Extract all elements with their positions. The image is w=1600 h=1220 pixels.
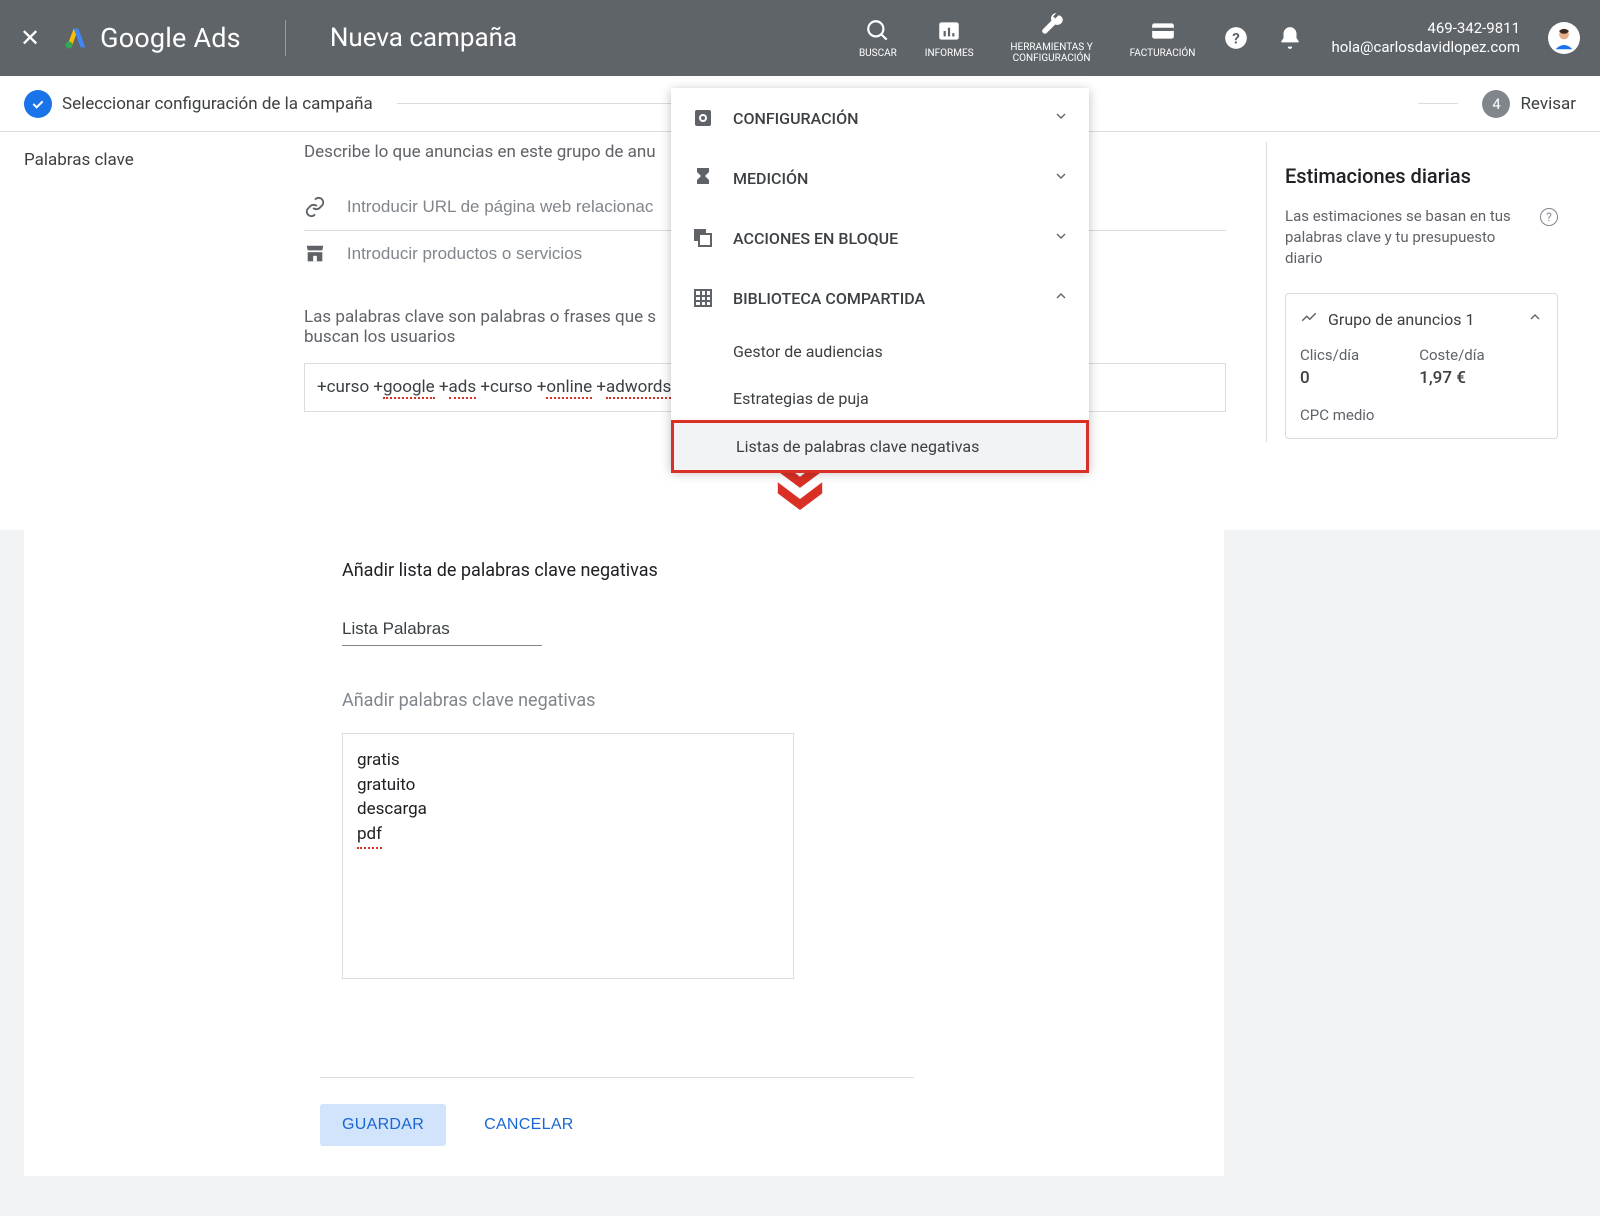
chevron-up-icon bbox=[1053, 288, 1069, 308]
trend-icon bbox=[1300, 308, 1318, 330]
menu-section-configuracion[interactable]: CONFIGURACIÓN bbox=[671, 88, 1089, 148]
search-icon bbox=[865, 18, 891, 44]
step-4[interactable]: 4 Revisar bbox=[1482, 90, 1576, 118]
step-4-label: Revisar bbox=[1520, 94, 1576, 114]
help-button[interactable]: ? bbox=[1223, 25, 1249, 51]
search-tool[interactable]: BUSCAR bbox=[859, 18, 897, 59]
coste-label: Coste/día bbox=[1419, 346, 1484, 364]
reports-icon bbox=[936, 18, 962, 44]
chevron-up-icon[interactable] bbox=[1527, 309, 1543, 329]
tools-config-tool[interactable]: HERRAMIENTAS Y CONFIGURACIÓN bbox=[1002, 12, 1102, 64]
link-icon bbox=[304, 196, 327, 218]
billing-label: FACTURACIÓN bbox=[1130, 48, 1196, 59]
billing-icon bbox=[1150, 18, 1176, 44]
negative-keywords-label: Añadir palabras clave negativas bbox=[342, 690, 914, 711]
menu-section-label: BIBLIOTECA COMPARTIDA bbox=[733, 289, 925, 308]
adgroup-name: Grupo de anuncios 1 bbox=[1328, 310, 1475, 329]
hourglass-icon bbox=[691, 166, 715, 190]
save-button[interactable]: GUARDAR bbox=[320, 1104, 446, 1146]
search-label: BUSCAR bbox=[859, 48, 897, 59]
help-icon[interactable]: ? bbox=[1540, 208, 1558, 226]
account-info[interactable]: 469-342-9811 hola@carlosdavidlopez.com bbox=[1331, 19, 1520, 58]
billing-tool[interactable]: FACTURACIÓN bbox=[1130, 18, 1196, 59]
library-icon bbox=[691, 286, 715, 310]
chevron-down-icon bbox=[1053, 108, 1069, 128]
close-icon[interactable]: ✕ bbox=[20, 24, 40, 52]
google-ads-icon bbox=[62, 24, 90, 52]
negative-keywords-textarea[interactable]: gratis gratuito descarga pdf bbox=[342, 733, 794, 979]
bell-icon bbox=[1277, 25, 1303, 51]
wrench-icon bbox=[1039, 12, 1065, 38]
chevron-down-icon bbox=[1053, 228, 1069, 248]
account-email: hola@carlosdavidlopez.com bbox=[1331, 38, 1520, 58]
check-icon bbox=[24, 90, 52, 118]
list-name-input[interactable] bbox=[342, 613, 542, 646]
gear-icon bbox=[691, 106, 715, 130]
avatar-image bbox=[1550, 24, 1578, 52]
menu-section-biblioteca[interactable]: BIBLIOTECA COMPARTIDA bbox=[671, 268, 1089, 328]
header-divider bbox=[285, 20, 286, 56]
estimates-title: Estimaciones diarias bbox=[1285, 164, 1558, 188]
cancel-button[interactable]: CANCELAR bbox=[470, 1104, 588, 1146]
menu-item-audiencias[interactable]: Gestor de audiencias bbox=[671, 328, 1089, 375]
svg-text:?: ? bbox=[1233, 29, 1241, 47]
clics-value: 0 bbox=[1300, 368, 1359, 388]
help-icon: ? bbox=[1223, 25, 1249, 51]
tools-dropdown-menu: CONFIGURACIÓN MEDICIÓN ACCIONES EN BLOQU… bbox=[671, 88, 1089, 471]
step-4-number: 4 bbox=[1482, 90, 1510, 118]
estimates-subtitle: Las estimaciones se basan en tus palabra… bbox=[1285, 206, 1558, 269]
tools-config-label: HERRAMIENTAS Y CONFIGURACIÓN bbox=[1002, 42, 1102, 64]
chevron-down-icon bbox=[1053, 168, 1069, 188]
coste-value: 1,97 € bbox=[1419, 368, 1484, 388]
estimates-panel: Estimaciones diarias Las estimaciones se… bbox=[1266, 142, 1576, 442]
menu-section-acciones[interactable]: ACCIONES EN BLOQUE bbox=[671, 208, 1089, 268]
step-connector bbox=[397, 103, 674, 104]
adgroup-card: Grupo de anuncios 1 Clics/día 0 Coste/dí… bbox=[1285, 293, 1558, 439]
step-1-label: Seleccionar configuración de la campaña bbox=[62, 94, 373, 114]
menu-item-puja[interactable]: Estrategias de puja bbox=[671, 375, 1089, 422]
negative-list-form: Añadir lista de palabras clave negativas… bbox=[24, 530, 1224, 1176]
menu-section-label: CONFIGURACIÓN bbox=[733, 109, 858, 128]
notifications-button[interactable] bbox=[1277, 25, 1303, 51]
menu-item-negativas[interactable]: Listas de palabras clave negativas bbox=[671, 420, 1089, 473]
product-name: Google Ads bbox=[100, 22, 241, 54]
step-connector bbox=[1418, 103, 1458, 104]
menu-section-medicion[interactable]: MEDICIÓN bbox=[671, 148, 1089, 208]
google-ads-logo: Google Ads bbox=[62, 22, 241, 54]
keywords-heading: Palabras clave bbox=[24, 150, 284, 170]
step-1[interactable]: Seleccionar configuración de la campaña bbox=[24, 90, 373, 118]
account-id: 469-342-9811 bbox=[1331, 19, 1520, 39]
avatar[interactable] bbox=[1548, 22, 1580, 54]
page-title: Nueva campaña bbox=[330, 23, 517, 53]
reports-label: INFORMES bbox=[925, 48, 974, 59]
menu-section-label: MEDICIÓN bbox=[733, 169, 808, 188]
clics-label: Clics/día bbox=[1300, 346, 1359, 364]
menu-section-label: ACCIONES EN BLOQUE bbox=[733, 229, 898, 248]
bulk-actions-icon bbox=[691, 226, 715, 250]
cpc-label: CPC medio bbox=[1300, 406, 1543, 424]
store-icon bbox=[304, 243, 327, 265]
form-title: Añadir lista de palabras clave negativas bbox=[342, 560, 914, 581]
reports-tool[interactable]: INFORMES bbox=[925, 18, 974, 59]
